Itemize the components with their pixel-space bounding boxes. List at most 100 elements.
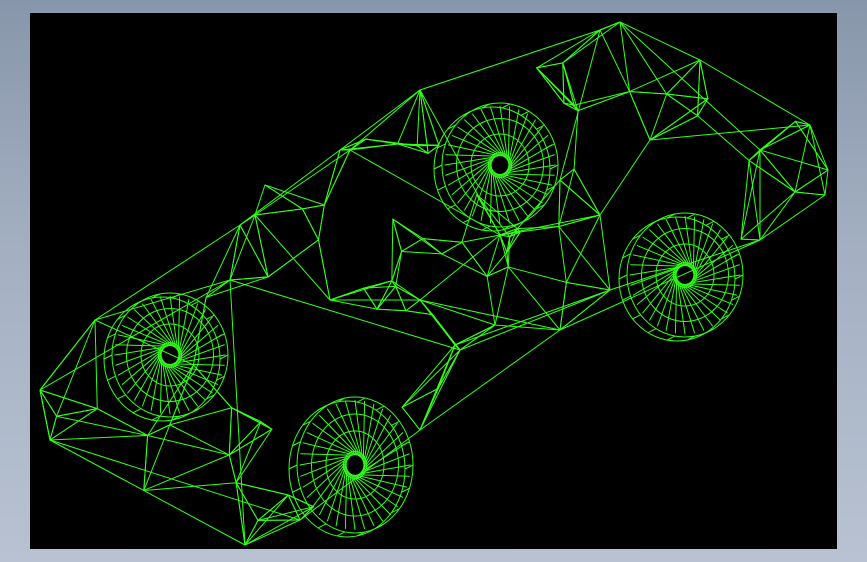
tire-tread-edge <box>356 397 366 403</box>
wheel-spoke <box>362 422 398 470</box>
feature-edge <box>419 234 501 301</box>
mesh-edge <box>562 29 601 64</box>
mesh-edge <box>577 91 631 112</box>
wheel-spoke <box>632 254 685 267</box>
wheel-spoke <box>636 245 686 267</box>
mesh-edge <box>666 59 701 95</box>
mesh-edge <box>697 59 701 117</box>
mesh-edge <box>395 250 403 287</box>
hub-ring <box>311 413 399 517</box>
mesh-edge <box>740 160 750 240</box>
mesh-edge <box>486 251 508 277</box>
mesh-edge <box>437 349 461 389</box>
mesh-edge <box>39 389 98 410</box>
tire-tread-edge <box>216 333 226 339</box>
mesh-edge <box>329 287 365 301</box>
mesh-edge <box>573 91 631 106</box>
wheel-rear-right <box>618 212 744 342</box>
mesh-edge <box>441 241 463 255</box>
car-wireframe-icon <box>39 21 829 546</box>
tire-rim <box>626 212 744 338</box>
tire-rim <box>296 396 414 534</box>
wheel-spoke <box>363 403 375 465</box>
wheel-spoke <box>159 357 163 414</box>
wheel-spoke <box>177 296 181 353</box>
feature-edge <box>49 439 301 521</box>
wheel-spoke <box>684 283 734 305</box>
tire-tread-edge <box>291 487 301 493</box>
wheel-spoke <box>306 432 356 456</box>
feature-edge <box>229 279 246 546</box>
hub-ring <box>470 133 530 197</box>
hub-ring <box>655 243 715 307</box>
mesh-edge <box>748 120 796 162</box>
tire-tread-edge <box>288 464 298 470</box>
mesh-edge <box>391 218 394 282</box>
wheel-spoke <box>507 106 511 163</box>
wheel-spoke <box>451 135 501 157</box>
wheel-spoke <box>687 283 740 286</box>
mesh-edge <box>143 454 230 491</box>
mesh-edge <box>748 160 761 241</box>
wheel-spoke <box>363 408 384 467</box>
tire-tread-edge <box>106 375 116 381</box>
tire-tread-edge <box>401 441 411 447</box>
wheel-spoke <box>692 236 728 280</box>
mesh-edge <box>229 214 256 281</box>
tire-tread-edge <box>686 213 696 219</box>
wheel-spoke <box>312 460 348 508</box>
mesh-edge <box>416 89 421 147</box>
mesh-edge <box>416 145 429 154</box>
mesh-edge <box>143 482 237 491</box>
tire-tread-edge <box>501 103 511 109</box>
mesh-edge <box>96 408 149 436</box>
mesh-edge <box>228 407 233 456</box>
wheel-spoke <box>177 316 213 360</box>
wheel-spoke <box>355 474 408 488</box>
wheel-spoke <box>502 173 555 176</box>
mesh-edge <box>376 308 407 312</box>
tire-tread-edge <box>190 408 200 414</box>
mesh-edge <box>562 62 565 104</box>
tire-tread-edge <box>390 420 400 426</box>
mesh-edge <box>56 415 149 436</box>
tire-tread-edge <box>632 314 642 320</box>
wheel-spoke <box>172 363 225 366</box>
wheel-spoke <box>489 167 493 224</box>
mesh-edge <box>562 21 621 64</box>
wheel-spoke <box>693 223 714 276</box>
hub-ring <box>126 308 214 402</box>
feature-edge <box>599 139 651 216</box>
mesh-edge <box>536 29 601 69</box>
tire-tread-edge <box>462 218 472 224</box>
mesh-edge <box>317 204 325 241</box>
tire-tread-edge <box>132 408 142 414</box>
mesh-edge <box>432 314 461 351</box>
mesh-edge <box>363 287 378 310</box>
tire-tread-edge <box>433 164 443 170</box>
wheel-spoke <box>170 363 223 376</box>
mesh-edge <box>49 434 149 441</box>
graphics-viewport[interactable] <box>30 13 837 549</box>
mesh-edge <box>629 91 651 141</box>
wheel-spoke <box>362 400 366 463</box>
mesh-edge <box>39 319 96 391</box>
mesh-edge <box>441 253 488 277</box>
mesh-edge <box>486 275 496 326</box>
mesh-edge <box>629 91 668 95</box>
mesh-edge <box>697 98 709 117</box>
mesh-edge <box>419 89 429 154</box>
car-body-mesh <box>39 21 829 546</box>
mesh-edge <box>494 266 509 326</box>
tire-tread-edge <box>618 274 628 280</box>
mesh-edge <box>558 214 601 228</box>
hub-ring <box>456 118 544 212</box>
mesh-edge <box>649 98 709 141</box>
wheel-spoke <box>685 283 738 296</box>
wheel-spoke <box>674 277 678 334</box>
mesh-edge <box>486 234 501 277</box>
mesh-edge <box>264 184 303 210</box>
mesh-edge <box>629 59 701 93</box>
mesh-edge <box>809 124 826 196</box>
mesh-edge <box>558 179 561 228</box>
